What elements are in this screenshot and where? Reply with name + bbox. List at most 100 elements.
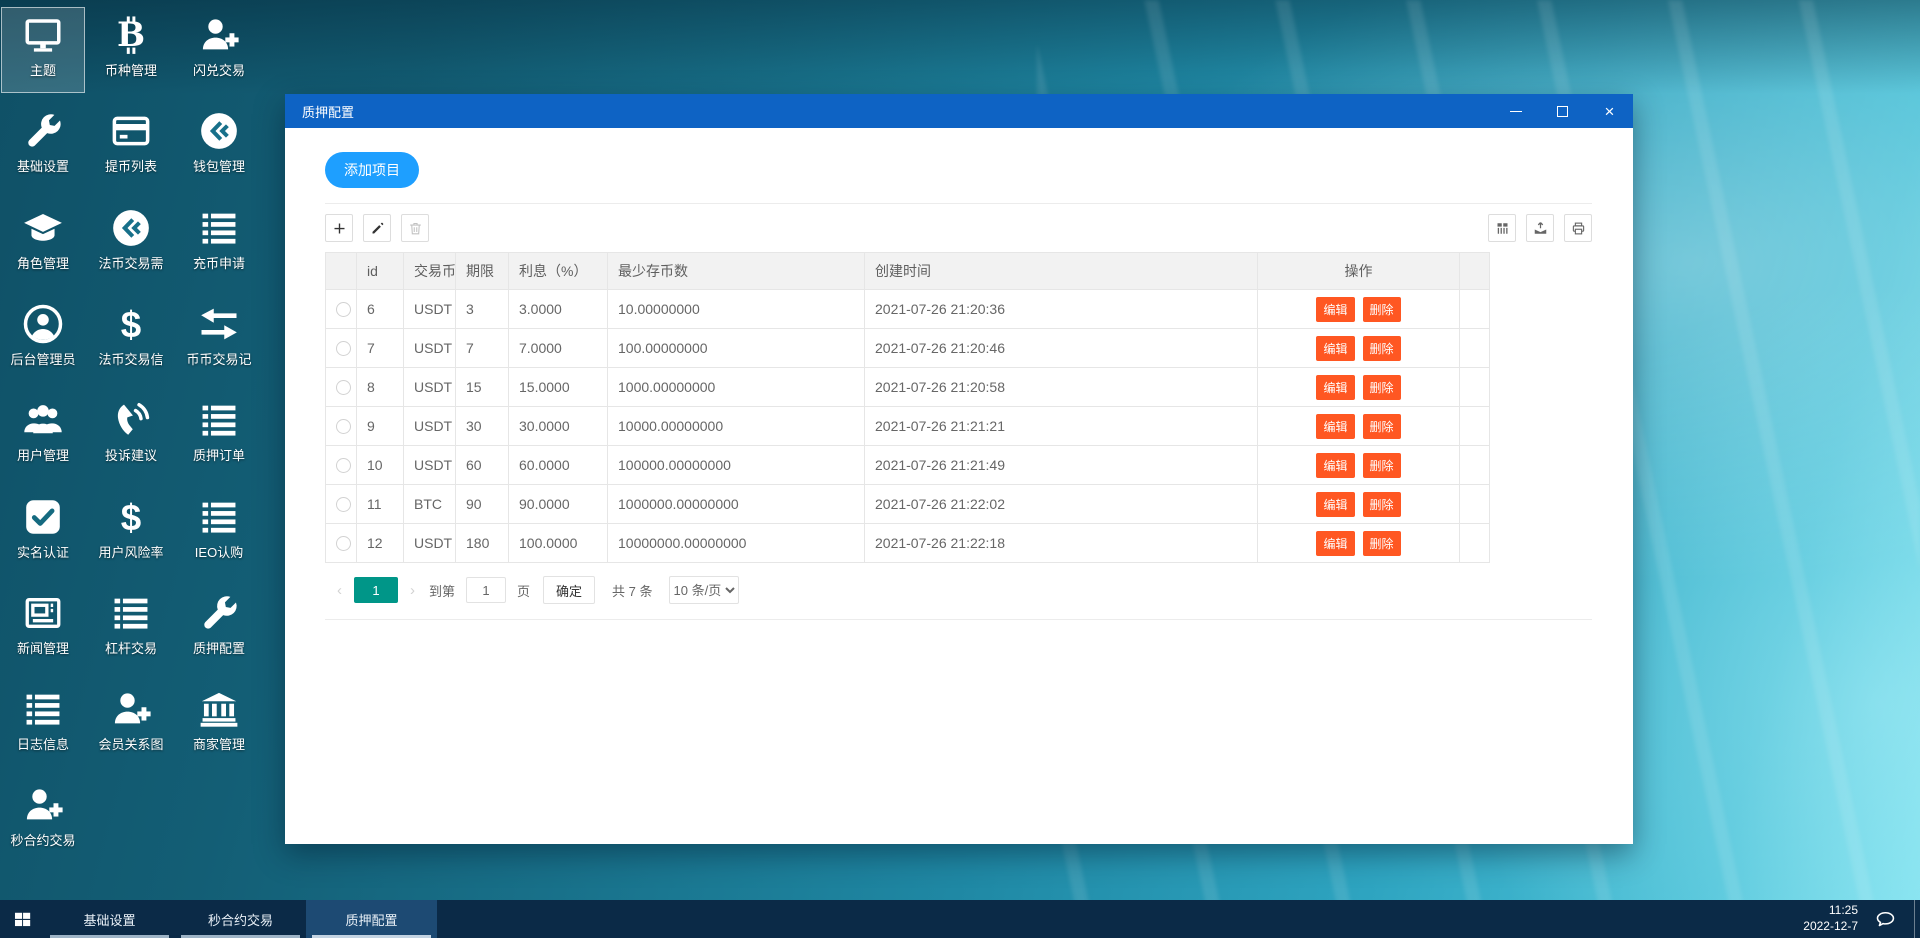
cell-actions: 编辑 删除	[1257, 445, 1460, 485]
cell-created: 2021-07-26 21:22:02	[864, 484, 1258, 524]
minimize-icon	[1509, 110, 1522, 112]
desktop-icon-闪兑交易[interactable]: 闪兑交易	[178, 8, 260, 92]
page-size-select[interactable]: 10 条/页	[668, 576, 739, 604]
desktop-icon-充币申请[interactable]: 充币申请	[178, 201, 260, 285]
svg-text:$: $	[121, 497, 141, 538]
trash-toolbar-button[interactable]	[401, 214, 429, 242]
cell-min-deposit: 1000000.00000000	[607, 484, 865, 524]
pencil-toolbar-button[interactable]	[363, 214, 391, 242]
header-min-deposit: 最少存币数	[607, 252, 865, 290]
desktop-icon-法币交易信[interactable]: $ 法币交易信	[90, 297, 172, 381]
row-radio[interactable]	[336, 458, 351, 474]
edit-button[interactable]: 编辑	[1316, 452, 1355, 478]
cell-term: 180	[455, 523, 509, 563]
desktop-icon-提币列表[interactable]: 提币列表	[90, 104, 172, 188]
window-titlebar: 质押配置 ×	[285, 94, 1633, 128]
desktop-icon-角色管理[interactable]: 角色管理	[2, 201, 84, 285]
desktop-icon-基础设置[interactable]: 基础设置	[2, 104, 84, 188]
system-tray: 11:25 2022-12-7	[1803, 900, 1920, 938]
row-radio[interactable]	[336, 536, 351, 552]
edit-button[interactable]: 编辑	[1316, 335, 1355, 361]
taskbar-item-基础设置[interactable]: 基础设置	[44, 900, 175, 938]
desktop-icon-法币交易需[interactable]: 法币交易需	[90, 201, 172, 285]
desktop-icon-币种管理[interactable]: B 币种管理	[90, 8, 172, 92]
add-toolbar-button[interactable]	[325, 214, 353, 242]
taskbar-item-质押配置[interactable]: 质押配置	[306, 900, 437, 938]
taskbar-clock[interactable]: 11:25 2022-12-7	[1803, 903, 1858, 934]
desktop-icon-秒合约交易[interactable]: 秒合约交易	[2, 778, 84, 862]
show-desktop-button[interactable]	[1914, 900, 1920, 938]
cell-actions: 编辑 删除	[1257, 289, 1460, 329]
cell-created: 2021-07-26 21:20:58	[864, 367, 1258, 407]
taskbar-item-秒合约交易[interactable]: 秒合约交易	[175, 900, 306, 938]
maximize-button[interactable]	[1539, 94, 1586, 128]
desktop-icon-实名认证[interactable]: 实名认证	[2, 490, 84, 574]
check-square-icon	[20, 494, 66, 540]
close-button[interactable]: ×	[1586, 94, 1633, 128]
delete-button[interactable]: 删除	[1362, 296, 1401, 322]
desktop-icon-投诉建议[interactable]: 投诉建议	[90, 393, 172, 477]
row-radio[interactable]	[336, 302, 351, 318]
desktop-icon-IEO认购[interactable]: IEO认购	[178, 490, 260, 574]
desktop-icon-币币交易记[interactable]: 币币交易记	[178, 297, 260, 381]
export-toolbar-button[interactable]	[1526, 214, 1554, 242]
row-radio[interactable]	[336, 419, 351, 435]
print-toolbar-button[interactable]	[1564, 214, 1592, 242]
table-panel: id 交易币 期限 利息（%） 最少存币数 创建时间 操作 6 USDT 3 3.00…	[325, 203, 1592, 620]
edit-button[interactable]: 编辑	[1316, 530, 1355, 556]
header-coin: 交易币	[403, 252, 456, 290]
desktop-icon-质押配置[interactable]: 质押配置	[178, 586, 260, 670]
edit-button[interactable]: 编辑	[1316, 413, 1355, 439]
delete-button[interactable]: 删除	[1362, 530, 1401, 556]
current-page[interactable]: 1	[354, 577, 398, 603]
desktop-icon-商家管理[interactable]: 商家管理	[178, 682, 260, 766]
start-button[interactable]	[0, 900, 44, 938]
desktop-icon-主题[interactable]: 主题	[1, 7, 85, 93]
delete-button[interactable]: 删除	[1362, 335, 1401, 361]
desktop-icon-质押订单[interactable]: 质押订单	[178, 393, 260, 477]
cell-term: 60	[455, 445, 509, 485]
delete-button[interactable]: 删除	[1362, 413, 1401, 439]
confirm-page-button[interactable]: 确定	[543, 576, 596, 604]
chat-button[interactable]	[1874, 908, 1896, 930]
desktop-icon-日志信息[interactable]: 日志信息	[2, 682, 84, 766]
delete-button[interactable]: 删除	[1362, 452, 1401, 478]
desktop-icon-label: 用户风险率	[98, 544, 164, 560]
next-page-button[interactable]: ›	[398, 582, 427, 599]
page-number-input[interactable]	[466, 577, 507, 603]
cell-interest: 60.0000	[508, 445, 608, 485]
edit-button[interactable]: 编辑	[1316, 296, 1355, 322]
desktop-icon-label: 提币列表	[104, 159, 157, 175]
cell-coin: USDT	[403, 289, 456, 329]
desktop-icon-钱包管理[interactable]: 钱包管理	[178, 104, 260, 188]
cell-id: 11	[356, 484, 404, 524]
desktop-icon-label: 实名认证	[16, 544, 69, 560]
columns-toolbar-button[interactable]	[1488, 214, 1516, 242]
header-actions: 操作	[1257, 252, 1460, 290]
cell-radio	[325, 289, 357, 329]
add-project-button[interactable]: 添加项目	[325, 152, 419, 188]
desktop-icon-杠杆交易[interactable]: 杠杆交易	[90, 586, 172, 670]
desktop-icon-label: 法币交易信	[98, 351, 164, 367]
total-count: 共 7 条	[612, 583, 653, 599]
edit-button[interactable]: 编辑	[1316, 374, 1355, 400]
desktop-icon-会员关系图[interactable]: 会员关系图	[90, 682, 172, 766]
row-radio[interactable]	[336, 341, 351, 357]
minimize-button[interactable]	[1492, 94, 1539, 128]
desktop-icon-用户风险率[interactable]: $ 用户风险率	[90, 490, 172, 574]
desktop-icon-用户管理[interactable]: 用户管理	[2, 393, 84, 477]
cell-min-deposit: 100000.00000000	[607, 445, 865, 485]
delete-button[interactable]: 删除	[1362, 374, 1401, 400]
desktop-icon-新闻管理[interactable]: 新闻管理	[2, 586, 84, 670]
desktop-icon-后台管理员[interactable]: 后台管理员	[2, 297, 84, 381]
row-radio[interactable]	[336, 497, 351, 513]
cell-actions: 编辑 删除	[1257, 367, 1460, 407]
edit-button[interactable]: 编辑	[1316, 491, 1355, 517]
delete-button[interactable]: 删除	[1362, 491, 1401, 517]
table-header-row: id 交易币 期限 利息（%） 最少存币数 创建时间 操作	[325, 252, 1490, 290]
pledge-table: id 交易币 期限 利息（%） 最少存币数 创建时间 操作 6 USDT 3 3.00…	[325, 252, 1490, 563]
prev-page-button[interactable]: ‹	[325, 582, 354, 599]
cell-term: 7	[455, 328, 509, 368]
cell-id: 8	[356, 367, 404, 407]
row-radio[interactable]	[336, 380, 351, 396]
